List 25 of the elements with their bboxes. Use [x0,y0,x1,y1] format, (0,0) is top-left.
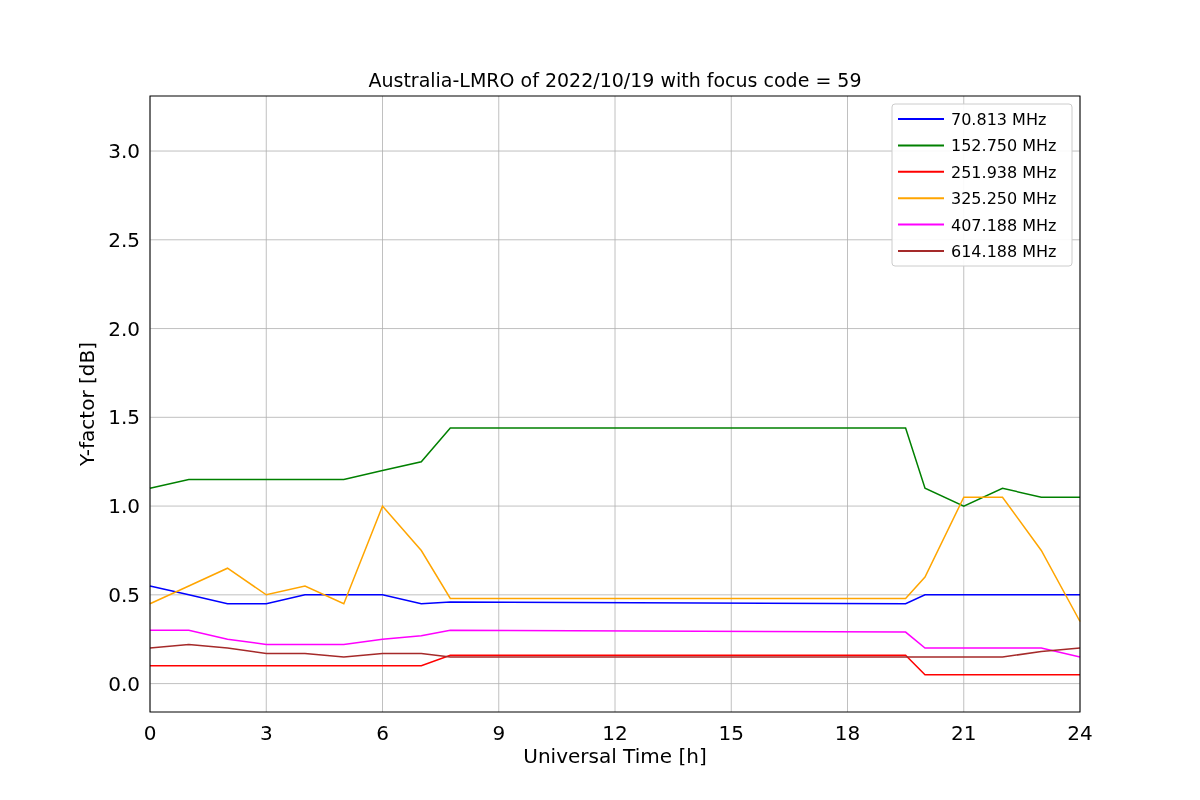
y-tick-label: 1.0 [108,494,140,519]
y-tick-label: 2.5 [108,227,140,252]
x-tick-label: 0 [143,721,157,745]
legend-label: 614.188 MHz [951,242,1057,261]
x-tick-label: 9 [492,721,506,745]
y-tick-label: 1.5 [108,405,140,430]
legend-label: 251.938 MHz [951,162,1057,182]
x-tick-label: 12 [602,721,628,745]
y-tick-label: 0.0 [108,671,140,696]
x-tick-label: 21 [951,721,977,745]
y-axis-label: Y-factor [dB] [75,342,99,466]
x-axis-label: Universal Time [h] [523,744,707,768]
x-tick-label: 3 [259,721,273,745]
legend-label: 152.750 MHz [951,136,1057,156]
x-tick-label: 18 [834,721,861,745]
x-tick-label: 15 [718,721,744,745]
y-tick-label: 3.0 [108,139,140,164]
x-tick-label: 6 [376,721,389,745]
chart-title: Australia-LMRO of 2022/10/19 with focus code = 59 [368,69,862,91]
legend-label: 407.188 MHz [951,215,1057,235]
x-tick-label: 24 [1067,721,1093,745]
y-tick-label: 2.0 [108,316,140,341]
legend-label: 70.813 MHz [951,110,1047,129]
legend-label: 325.250 MHz [951,189,1057,209]
y-tick-label: 0.5 [108,582,140,607]
